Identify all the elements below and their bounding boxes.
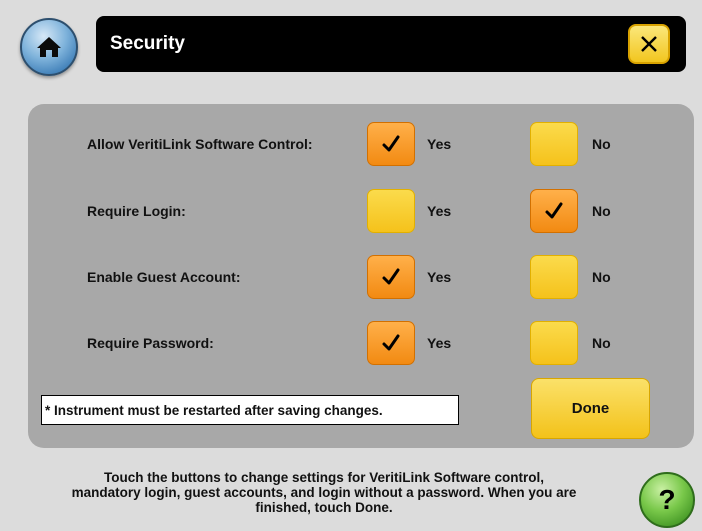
close-button[interactable] — [628, 24, 670, 64]
help-icon: ? — [658, 484, 676, 515]
help-text: Touch the buttons to change settings for… — [71, 470, 577, 515]
help-button[interactable]: ? — [639, 472, 695, 528]
done-button[interactable]: Done — [531, 378, 650, 439]
checkmark-icon — [382, 135, 400, 152]
home-icon — [37, 37, 61, 57]
require-password-yes-checkbox[interactable] — [367, 321, 415, 365]
require-login-yes-label: Yes — [427, 203, 452, 219]
close-icon — [641, 36, 657, 52]
guest-account-no-label: No — [592, 269, 611, 285]
guest-account-yes-label: Yes — [427, 269, 452, 285]
require-login-yes-checkbox[interactable] — [367, 189, 415, 233]
veritilink-no-checkbox[interactable] — [530, 122, 578, 166]
page-title: Security — [110, 33, 185, 54]
veritilink-yes-label: Yes — [427, 136, 452, 152]
setting-label-guest-account: Enable Guest Account: — [87, 269, 241, 285]
setting-label-veritilink: Allow VeritiLink Software Control: — [87, 136, 313, 152]
require-password-yes-label: Yes — [427, 335, 452, 351]
veritilink-no-label: No — [592, 136, 611, 152]
require-login-no-label: No — [592, 203, 611, 219]
setting-label-require-login: Require Login: — [87, 203, 186, 219]
veritilink-yes-checkbox[interactable] — [367, 122, 415, 166]
checkmark-icon — [382, 268, 400, 285]
guest-account-no-checkbox[interactable] — [530, 255, 578, 299]
restart-note: * Instrument must be restarted after sav… — [41, 395, 459, 425]
require-login-no-checkbox[interactable] — [530, 189, 578, 233]
require-password-no-checkbox[interactable] — [530, 321, 578, 365]
settings-panel: Allow VeritiLink Software Control: Yes N… — [28, 104, 694, 448]
setting-label-require-password: Require Password: — [87, 335, 214, 351]
require-password-no-label: No — [592, 335, 611, 351]
guest-account-yes-checkbox[interactable] — [367, 255, 415, 299]
title-bar: Security — [96, 16, 686, 72]
home-button[interactable] — [20, 18, 78, 76]
checkmark-icon — [545, 202, 563, 219]
checkmark-icon — [382, 334, 400, 351]
